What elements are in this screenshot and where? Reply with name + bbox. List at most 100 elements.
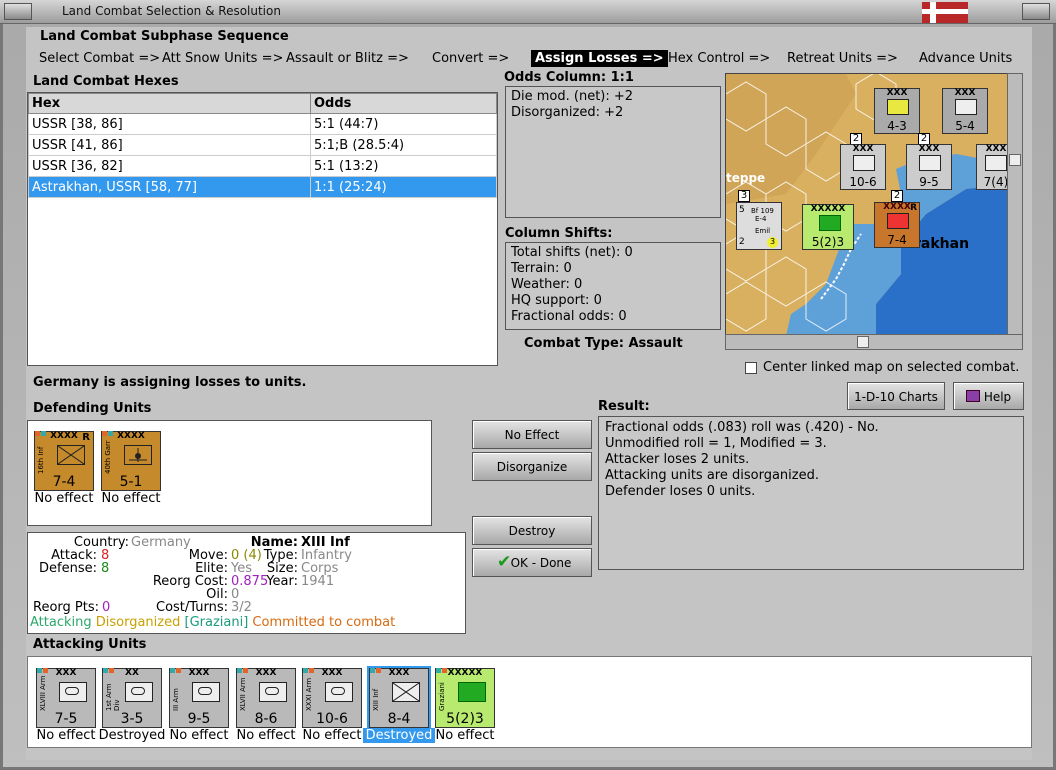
total-shifts: Total shifts (net): 0: [511, 245, 633, 260]
stack-count: 2: [891, 190, 903, 202]
map-counter-ussr[interactable]: R XXXX 7-4: [874, 202, 920, 248]
map-label-steppe: teppe: [726, 171, 766, 185]
result-line: Unmodified roll = 1, Modified = 3.: [605, 436, 827, 451]
map-horizontal-scrollbar[interactable]: [725, 334, 1023, 350]
garrison-unit-icon: [124, 445, 152, 465]
attacking-unit-counter[interactable]: XX 1st Arm Div 3-5: [102, 668, 162, 728]
armor-unit-icon: [259, 682, 287, 702]
defending-unit-counter[interactable]: XXXX R 16th Inf 7-4: [34, 431, 94, 491]
map-counter[interactable]: XXX 4-3: [874, 88, 920, 134]
armor-unit-icon: [853, 155, 875, 171]
result-line: Attacker loses 2 units.: [605, 452, 750, 467]
help-button[interactable]: Help: [953, 382, 1024, 410]
map-counter[interactable]: XXXXX 5(2)3: [802, 204, 854, 250]
center-map-checkbox[interactable]: [745, 362, 757, 374]
fractional-odds-shift: Fractional odds: 0: [511, 309, 627, 324]
odds-column-header[interactable]: Odds: [310, 93, 497, 114]
map-counter[interactable]: XXX 7(4): [976, 144, 1008, 190]
subphase-steps: Select Combat => Att Snow Units => Assau…: [33, 50, 1031, 70]
table-row[interactable]: USSR [38, 86] 5:1 (44:7): [28, 113, 497, 135]
table-row[interactable]: USSR [36, 82] 5:1 (13:2): [28, 155, 497, 177]
step-convert: Convert =>: [432, 51, 510, 66]
attacking-unit-result: Destroyed: [363, 728, 435, 743]
combat-type-value: Assault: [628, 336, 683, 351]
mountain-unit-icon: [887, 99, 909, 115]
armor-unit-icon: [919, 155, 941, 171]
attacking-unit-counter[interactable]: XXX XXXI Arm 10-6: [302, 668, 362, 728]
infantry-unit-icon: [955, 99, 977, 115]
attacking-unit-result: No effect: [302, 728, 362, 743]
center-map-label: Center linked map on selected combat.: [763, 360, 1020, 375]
table-row[interactable]: USSR [41, 86] 5:1;B (28.5:4): [28, 134, 497, 156]
map-counter[interactable]: XXX 9-5: [906, 144, 952, 190]
odds-column-box: Die mod. (net): +2 Disorganized: +2: [505, 86, 721, 218]
column-shifts-box: Total shifts (net): 0 Terrain: 0 Weather…: [505, 242, 721, 330]
hq-unit-icon: [819, 215, 841, 231]
attacking-unit-result: No effect: [435, 728, 495, 743]
map-vertical-scrollbar[interactable]: [1007, 73, 1023, 335]
hexes-title: Land Combat Hexes: [33, 74, 179, 89]
infantry-unit-icon: [392, 682, 420, 702]
linked-map[interactable]: teppe rakhan XXX 4-3 XXX 5-4 2 2 XXX 10-…: [725, 73, 1009, 335]
scroll-thumb[interactable]: [857, 336, 869, 348]
cost-turns-value: 3/2: [231, 600, 252, 615]
map-counter[interactable]: XXX 10-6: [840, 144, 886, 190]
table-row-selected[interactable]: Astrakhan, USSR [58, 77] 1:1 (25:24): [28, 176, 497, 198]
attacking-units-panel: XXX XLVIII Arm 7-5 No effect XX 1st Arm Div 3-…: [27, 656, 1032, 748]
armor-unit-icon: [59, 682, 87, 702]
attacking-unit-counter[interactable]: XXX XLVIII Arm 7-5: [36, 668, 96, 728]
map-label-astrakhan: rakhan: [914, 236, 970, 252]
charts-button[interactable]: 1-D-10 Charts: [847, 382, 945, 410]
hexes-table: Hex Odds USSR [38, 86] 5:1 (44:7) USSR [41…: [27, 92, 498, 366]
destroy-button[interactable]: Destroy: [472, 516, 592, 545]
system-menu-button[interactable]: [4, 3, 32, 20]
disorganized-mod: Disorganized: +2: [511, 105, 624, 120]
year-value: 1941: [301, 574, 335, 589]
defending-units-panel: XXXX R 16th Inf 7-4 No effect XXXX 40th …: [27, 420, 432, 526]
attacking-unit-result: No effect: [36, 728, 96, 743]
subphase-sequence: Land Combat Subphase Sequence Select Com…: [33, 29, 1031, 69]
die-mod: Die mod. (net): +2: [511, 89, 634, 104]
attacking-unit-counter[interactable]: XXX XIII Inf 8-4: [367, 666, 431, 730]
step-assault-blitz: Assault or Blitz =>: [286, 51, 409, 66]
hq-unit-icon: [458, 682, 486, 702]
subphase-title: Land Combat Subphase Sequence: [40, 29, 289, 44]
ok-done-button[interactable]: ✔ OK - Done: [472, 548, 592, 577]
attacking-unit-result: No effect: [169, 728, 229, 743]
attacking-unit-counter[interactable]: XXX XLVII Arm 8-6: [236, 668, 296, 728]
no-effect-button[interactable]: No Effect: [472, 420, 592, 449]
attacking-unit-counter[interactable]: XXX III Arm 9-5: [169, 668, 229, 728]
air-strength-badge: 3: [767, 237, 778, 248]
column-shifts-title: Column Shifts:: [505, 226, 613, 241]
defending-unit-result: No effect: [101, 491, 161, 506]
step-hex-control: Hex Control =>: [668, 51, 771, 66]
armor-unit-icon: [192, 682, 220, 702]
result-line: Defender loses 0 units.: [605, 484, 756, 499]
attacking-unit-counter[interactable]: XXXXX Graziani 5(2)3: [435, 668, 495, 728]
country-value: Germany: [131, 535, 191, 550]
stack-count: 3: [738, 190, 750, 202]
step-select-combat: Select Combat =>: [39, 51, 161, 66]
map-counter[interactable]: XXX 5-4: [942, 88, 988, 134]
close-button[interactable]: [1022, 3, 1050, 20]
combat-type: Combat Type: Assault: [524, 336, 683, 351]
terrain-shift: Terrain: 0: [511, 261, 572, 276]
title-bar: Land Combat Selection & Resolution: [0, 0, 1056, 24]
defending-units-title: Defending Units: [33, 401, 152, 416]
combat-explosion-icon: [887, 213, 909, 229]
unit-info-panel: Country: Germany Attack: 8 Defense: 8 Na…: [27, 532, 466, 634]
disorganize-button[interactable]: Disorganize: [472, 452, 592, 481]
result-line: Fractional odds (.083) roll was (.420) -…: [605, 420, 879, 435]
unit-status-line: Attacking Disorganized [Graziani] Commit…: [30, 615, 396, 630]
map-air-counter[interactable]: 5 Bf 109 E-4 Emil 2 3: [736, 202, 782, 250]
scroll-thumb[interactable]: [1009, 154, 1021, 166]
hex-column-header[interactable]: Hex: [28, 93, 311, 114]
reorg-pts-value: 0: [102, 600, 111, 615]
hq-support-shift: HQ support: 0: [511, 293, 602, 308]
defending-unit-result: No effect: [34, 491, 94, 506]
armor-unit-icon: [985, 155, 1007, 171]
defending-unit-counter[interactable]: XXXX 40th Garr 5-1: [101, 431, 161, 491]
armor-unit-icon: [325, 682, 353, 702]
armor-unit-icon: [125, 682, 153, 702]
window-title: Land Combat Selection & Resolution: [62, 4, 281, 18]
